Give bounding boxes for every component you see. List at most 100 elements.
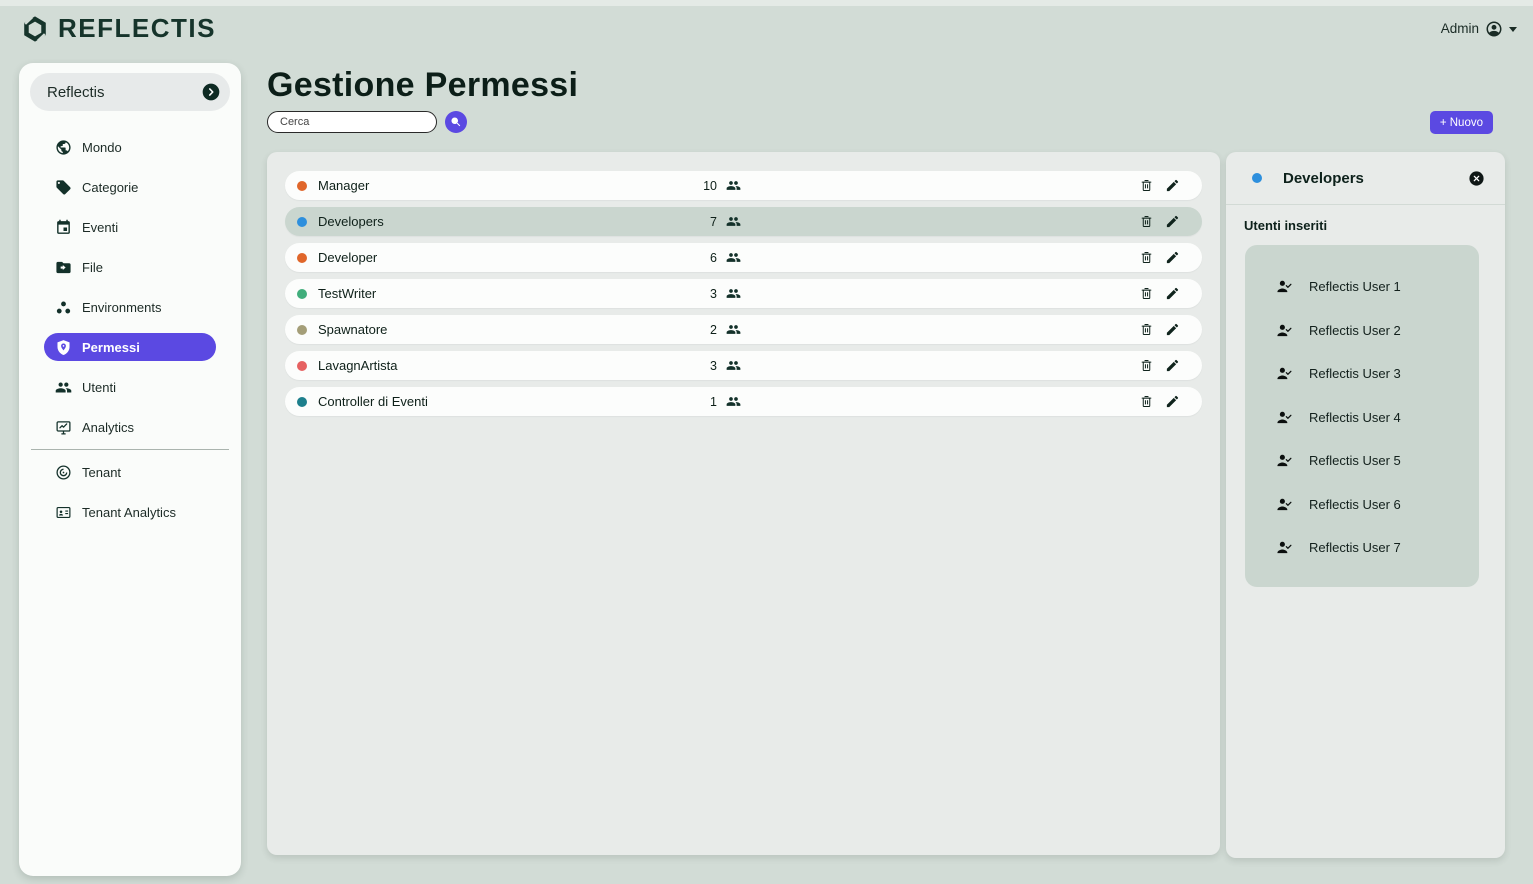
user-row[interactable]: Reflectis User 5 xyxy=(1245,439,1479,483)
person-check-icon xyxy=(1276,539,1293,556)
sidebar-item-mondo[interactable]: Mondo xyxy=(19,127,241,167)
user-name: Reflectis User 5 xyxy=(1309,453,1401,468)
permission-row[interactable]: Manager 10 xyxy=(285,171,1202,200)
search-input[interactable] xyxy=(267,111,437,133)
users-icon xyxy=(55,379,72,396)
sidebar-item-tenant[interactable]: Tenant xyxy=(19,452,241,492)
edit-icon[interactable] xyxy=(1165,394,1180,409)
edit-icon[interactable] xyxy=(1165,322,1180,337)
permission-name: Developers xyxy=(318,214,697,229)
edit-icon[interactable] xyxy=(1165,178,1180,193)
permission-row[interactable]: TestWriter 3 xyxy=(285,279,1202,308)
sidebar-item-label: Mondo xyxy=(78,140,122,155)
user-row[interactable]: Reflectis User 6 xyxy=(1245,483,1479,527)
group-icon[interactable] xyxy=(726,214,741,229)
sidebar-item-analytics[interactable]: Analytics xyxy=(19,407,241,447)
calendar-icon xyxy=(55,219,72,236)
sidebar-header-label: Reflectis xyxy=(47,84,105,101)
group-icon[interactable] xyxy=(726,286,741,301)
analytics-icon xyxy=(55,419,72,436)
permission-user-count: 6 xyxy=(697,251,717,265)
user-row[interactable]: Reflectis User 7 xyxy=(1245,526,1479,570)
user-row[interactable]: Reflectis User 4 xyxy=(1245,396,1479,440)
sidebar-item-label: Environments xyxy=(78,300,161,315)
person-check-icon xyxy=(1276,452,1293,469)
user-name: Reflectis User 7 xyxy=(1309,540,1401,555)
tag-icon xyxy=(55,179,72,196)
sidebar-item-utenti[interactable]: Utenti xyxy=(19,367,241,407)
user-row[interactable]: Reflectis User 1 xyxy=(1245,265,1479,309)
delete-icon[interactable] xyxy=(1139,286,1154,301)
user-name: Reflectis User 2 xyxy=(1309,323,1401,338)
edit-icon[interactable] xyxy=(1165,358,1180,373)
user-name: Reflectis User 4 xyxy=(1309,410,1401,425)
group-icon[interactable] xyxy=(726,250,741,265)
sidebar-item-label: Tenant xyxy=(78,465,121,480)
permission-name: Spawnatore xyxy=(318,322,697,337)
delete-icon[interactable] xyxy=(1139,214,1154,229)
person-check-icon xyxy=(1276,496,1293,513)
permission-row[interactable]: Developer 6 xyxy=(285,243,1202,272)
permission-row[interactable]: Developers 7 xyxy=(285,207,1202,236)
permission-name: Manager xyxy=(318,178,697,193)
close-icon xyxy=(1468,170,1485,187)
sidebar-header-reflectis[interactable]: Reflectis xyxy=(30,73,230,111)
permission-user-count: 3 xyxy=(697,359,717,373)
sidebar-item-tenant-analytics[interactable]: Tenant Analytics xyxy=(19,492,241,532)
delete-icon[interactable] xyxy=(1139,358,1154,373)
delete-icon[interactable] xyxy=(1139,322,1154,337)
group-icon[interactable] xyxy=(726,322,741,337)
permission-user-count: 1 xyxy=(697,395,717,409)
sidebar-item-categorie[interactable]: Categorie xyxy=(19,167,241,207)
person-check-icon xyxy=(1276,409,1293,426)
permission-name: LavagnArtista xyxy=(318,358,697,373)
permission-row[interactable]: Controller di Eventi 1 xyxy=(285,387,1202,416)
group-icon[interactable] xyxy=(726,178,741,193)
new-button[interactable]: + Nuovo xyxy=(1430,111,1493,134)
sidebar-item-label: Permessi xyxy=(78,340,140,355)
delete-icon[interactable] xyxy=(1139,394,1154,409)
users-label: Utenti inseriti xyxy=(1244,218,1505,233)
chevron-right-circle-icon[interactable] xyxy=(201,82,221,102)
sidebar: Reflectis Mondo Categorie Eventi File En… xyxy=(19,63,241,876)
edit-icon[interactable] xyxy=(1165,286,1180,301)
permission-user-count: 7 xyxy=(697,215,717,229)
shield-icon xyxy=(55,339,72,356)
delete-icon[interactable] xyxy=(1139,178,1154,193)
group-icon[interactable] xyxy=(726,358,741,373)
person-check-icon xyxy=(1276,278,1293,295)
edit-icon[interactable] xyxy=(1165,250,1180,265)
sidebar-item-eventi[interactable]: Eventi xyxy=(19,207,241,247)
user-name: Reflectis User 6 xyxy=(1309,497,1401,512)
permission-row[interactable]: LavagnArtista 3 xyxy=(285,351,1202,380)
sidebar-item-label: Eventi xyxy=(78,220,118,235)
user-row[interactable]: Reflectis User 3 xyxy=(1245,352,1479,396)
permission-user-count: 3 xyxy=(697,287,717,301)
sidebar-divider xyxy=(31,449,229,450)
permission-color-dot xyxy=(297,325,307,335)
user-name: Reflectis User 3 xyxy=(1309,366,1401,381)
group-icon[interactable] xyxy=(726,394,741,409)
sidebar-item-label: Analytics xyxy=(78,420,134,435)
folder-icon xyxy=(55,259,72,276)
edit-icon[interactable] xyxy=(1165,214,1180,229)
account-circle-icon xyxy=(1485,20,1503,38)
admin-menu[interactable]: Admin xyxy=(1441,20,1517,38)
users-panel: Reflectis User 1 Reflectis User 2 Reflec… xyxy=(1245,245,1479,587)
user-row[interactable]: Reflectis User 2 xyxy=(1245,309,1479,353)
sidebar-item-permessi[interactable]: Permessi xyxy=(44,333,216,361)
permission-user-count: 10 xyxy=(697,179,717,193)
close-button[interactable] xyxy=(1468,170,1485,187)
sidebar-item-file[interactable]: File xyxy=(19,247,241,287)
tenant-analytics-icon xyxy=(55,504,72,521)
delete-icon[interactable] xyxy=(1139,250,1154,265)
detail-title: Developers xyxy=(1283,170,1364,187)
search-button[interactable] xyxy=(445,111,467,133)
sidebar-item-environments[interactable]: Environments xyxy=(19,287,241,327)
page-title: Gestione Permessi xyxy=(267,66,578,105)
brand: REFLECTIS xyxy=(20,13,216,44)
admin-label: Admin xyxy=(1441,21,1479,36)
sidebar-item-label: Tenant Analytics xyxy=(78,505,176,520)
permission-row[interactable]: Spawnatore 2 xyxy=(285,315,1202,344)
permission-color-dot xyxy=(297,289,307,299)
